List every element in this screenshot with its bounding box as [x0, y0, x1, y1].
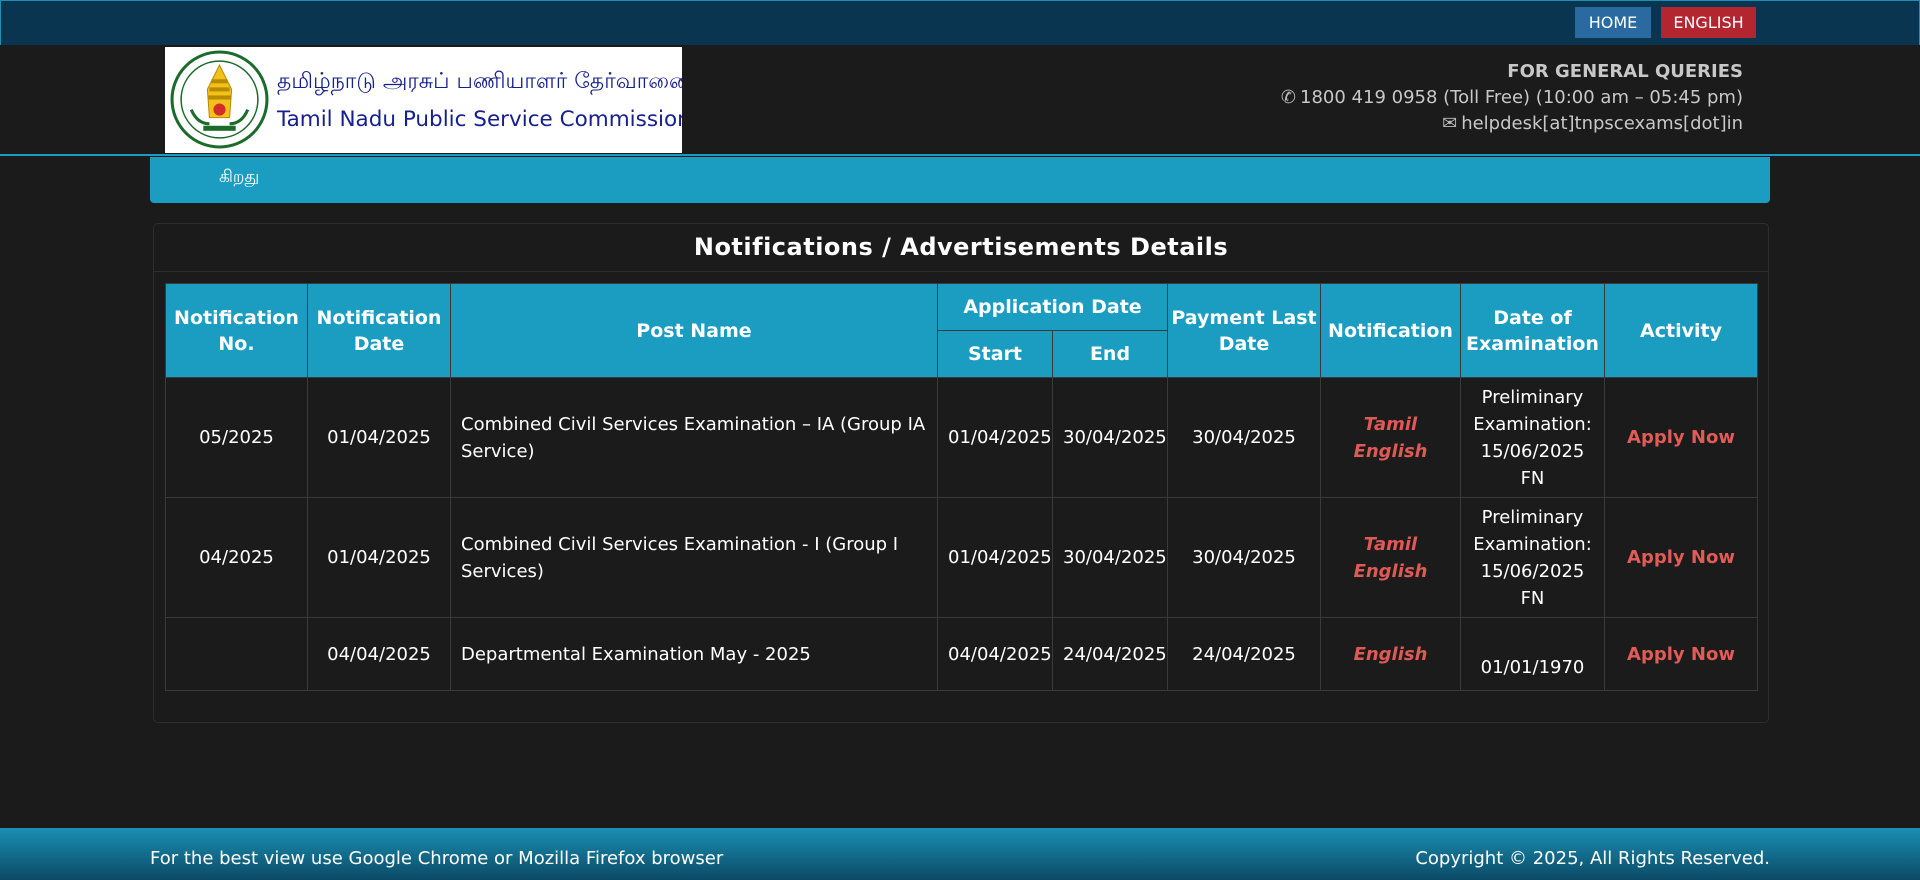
copyright: Copyright © 2025, All Rights Reserved.	[1415, 848, 1770, 869]
envelope-icon: ✉	[1442, 113, 1458, 134]
contact-info: FOR GENERAL QUERIES ✆ 1800 419 0958 (Toll…	[1281, 59, 1743, 137]
cell-start-date: 04/04/2025	[937, 617, 1053, 691]
english-language-button[interactable]: ENGLISH	[1661, 7, 1756, 38]
main-nav: கிறது	[150, 157, 1770, 203]
tn-emblem-icon	[170, 50, 269, 149]
cell-activity: Apply Now	[1604, 617, 1758, 691]
top-bar: HOME ENGLISH	[0, 0, 1920, 46]
cell-activity: Apply Now	[1604, 497, 1758, 618]
notification-english-link[interactable]: English	[1331, 438, 1450, 465]
apply-now-link[interactable]: Apply Now	[1627, 427, 1735, 448]
cell-notification-date: 01/04/2025	[307, 497, 451, 618]
cell-notification-date: 04/04/2025	[307, 617, 451, 691]
cell-date-of-examination: 01/01/1970	[1460, 617, 1605, 691]
cell-notification-links: English	[1320, 617, 1461, 691]
contact-email-row: ✉ helpdesk[at]tnpscexams[dot]in	[1281, 111, 1743, 137]
cell-start-date: 01/04/2025	[937, 377, 1053, 498]
cell-date-of-examination: Preliminary Examination: 15/06/2025 FN	[1460, 377, 1605, 498]
apply-now-link[interactable]: Apply Now	[1627, 547, 1735, 568]
cell-notification-no	[165, 617, 308, 691]
panel-title: Notifications / Advertisements Details	[154, 224, 1768, 272]
cell-payment-last-date: 30/04/2025	[1167, 497, 1321, 618]
cell-post-name: Combined Civil Services Examination – IA…	[450, 377, 938, 498]
nav-item[interactable]: கிறது	[219, 167, 259, 189]
notifications-panel: Notifications / Advertisements Details N…	[153, 223, 1769, 723]
cell-notification-date: 01/04/2025	[307, 377, 451, 498]
header-payment-last-date: Payment Last Date	[1167, 283, 1321, 378]
logo-english-name: Tamil Nadu Public Service Commission	[277, 107, 682, 132]
contact-phone: 1800 419 0958 (Toll Free) (10:00 am – 05…	[1300, 87, 1743, 108]
header-end: End	[1052, 330, 1168, 378]
cell-notification-no: 05/2025	[165, 377, 308, 498]
cell-notification-no: 04/2025	[165, 497, 308, 618]
notification-english-link[interactable]: English	[1331, 558, 1450, 585]
header-date-of-examination: Date of Examination	[1460, 283, 1605, 378]
cell-activity: Apply Now	[1604, 377, 1758, 498]
browser-notice: For the best view use Google Chrome or M…	[150, 848, 724, 869]
apply-now-link[interactable]: Apply Now	[1627, 644, 1735, 665]
cell-post-name: Combined Civil Services Examination - I …	[450, 497, 938, 618]
phone-icon: ✆	[1280, 87, 1297, 108]
cell-end-date: 30/04/2025	[1052, 497, 1168, 618]
notification-tamil-link[interactable]: Tamil	[1331, 411, 1450, 438]
cell-end-date: 30/04/2025	[1052, 377, 1168, 498]
logo-tamil-name: தமிழ்நாடு அரசுப் பணியாளர் தேர்வாணையம்	[277, 69, 682, 94]
header-start: Start	[937, 330, 1053, 378]
cell-notification-links: Tamil English	[1320, 377, 1461, 498]
header-notification: Notification	[1320, 283, 1461, 378]
contact-heading: FOR GENERAL QUERIES	[1507, 61, 1743, 82]
table-row: 04/04/2025 Departmental Examination May …	[165, 617, 1758, 691]
header-application-date: Application Date	[937, 283, 1168, 331]
cell-notification-links: Tamil English	[1320, 497, 1461, 618]
cell-payment-last-date: 24/04/2025	[1167, 617, 1321, 691]
contact-email[interactable]: helpdesk[at]tnpscexams[dot]in	[1461, 113, 1743, 134]
contact-phone-row: ✆ 1800 419 0958 (Toll Free) (10:00 am – 0…	[1281, 85, 1743, 111]
site-header: தமிழ்நாடு அரசுப் பணியாளர் தேர்வாணையம் Ta…	[0, 45, 1920, 156]
header-post-name: Post Name	[450, 283, 938, 378]
cell-end-date: 24/04/2025	[1052, 617, 1168, 691]
cell-start-date: 01/04/2025	[937, 497, 1053, 618]
header-notification-no: Notification No.	[165, 283, 308, 378]
notifications-table: Notification No. Notification Date Post …	[165, 283, 1758, 691]
site-footer: For the best view use Google Chrome or M…	[0, 828, 1920, 880]
notification-tamil-link[interactable]: Tamil	[1331, 531, 1450, 558]
header-activity: Activity	[1604, 283, 1758, 378]
notification-english-link[interactable]: English	[1331, 641, 1450, 668]
header-notification-date: Notification Date	[307, 283, 451, 378]
cell-post-name: Departmental Examination May - 2025	[450, 617, 938, 691]
table-row: 04/2025 01/04/2025 Combined Civil Servic…	[165, 497, 1758, 618]
cell-payment-last-date: 30/04/2025	[1167, 377, 1321, 498]
tnpsc-logo[interactable]: தமிழ்நாடு அரசுப் பணியாளர் தேர்வாணையம் Ta…	[165, 47, 682, 153]
cell-date-of-examination: Preliminary Examination: 15/06/2025 FN	[1460, 497, 1605, 618]
table-row: 05/2025 01/04/2025 Combined Civil Servic…	[165, 377, 1758, 498]
home-button[interactable]: HOME	[1575, 7, 1651, 38]
